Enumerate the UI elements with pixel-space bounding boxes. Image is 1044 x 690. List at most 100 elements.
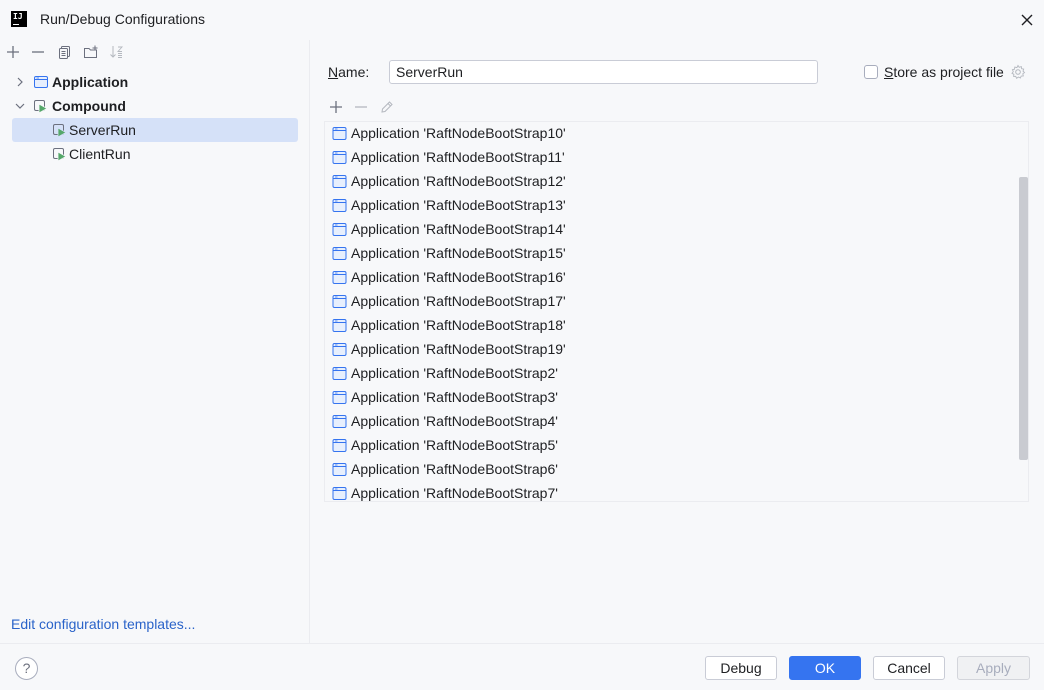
config-list-item[interactable]: Application 'RaftNodeBootStrap7'	[325, 482, 1015, 501]
edit-item-button[interactable]	[378, 98, 396, 116]
store-as-project-file-label[interactable]: Store as project file	[884, 64, 1004, 80]
minus-icon	[355, 106, 367, 108]
application-icon	[332, 295, 347, 308]
tree-label-clientrun: ClientRun	[69, 146, 131, 162]
application-icon	[332, 319, 347, 332]
add-item-button[interactable]	[327, 98, 345, 116]
tree-node-compound[interactable]: Compound	[0, 94, 310, 118]
config-item-label: Application 'RaftNodeBootStrap13'	[351, 197, 566, 213]
compound-run-icon	[53, 124, 67, 138]
intellij-logo-icon: IJ	[11, 11, 27, 27]
config-item-label: Application 'RaftNodeBootStrap7'	[351, 485, 558, 501]
config-item-label: Application 'RaftNodeBootStrap11'	[351, 149, 565, 165]
compound-configs-list[interactable]: Application 'RaftNodeBootStrap10' Applica…	[324, 121, 1029, 502]
config-list-item[interactable]: Application 'RaftNodeBootStrap18'	[325, 314, 1015, 338]
name-label: Name:	[328, 64, 369, 80]
config-item-label: Application 'RaftNodeBootStrap12'	[351, 173, 566, 189]
plus-icon	[7, 46, 19, 58]
config-item-label: Application 'RaftNodeBootStrap5'	[351, 437, 558, 453]
application-icon	[332, 223, 347, 236]
config-item-label: Application 'RaftNodeBootStrap15'	[351, 245, 566, 261]
compound-list-toolbar	[325, 98, 425, 118]
store-settings-button[interactable]	[1010, 64, 1026, 80]
cancel-button[interactable]: Cancel	[873, 656, 945, 680]
remove-item-button[interactable]	[352, 98, 370, 116]
application-icon	[332, 367, 347, 380]
config-item-label: Application 'RaftNodeBootStrap4'	[351, 413, 558, 429]
sort-alpha-icon	[110, 46, 124, 58]
add-config-button[interactable]	[4, 43, 22, 61]
chevron-right-icon[interactable]	[14, 76, 26, 88]
apply-button[interactable]: Apply	[957, 656, 1030, 680]
plus-icon	[330, 101, 342, 113]
config-item-label: Application 'RaftNodeBootStrap14'	[351, 221, 566, 237]
config-list-item[interactable]: Application 'RaftNodeBootStrap13'	[325, 194, 1015, 218]
application-icon	[332, 247, 347, 260]
compound-icon	[34, 100, 48, 114]
config-list-item[interactable]: Application 'RaftNodeBootStrap16'	[325, 266, 1015, 290]
application-icon	[332, 415, 347, 428]
application-icon	[332, 271, 347, 284]
config-details-pane: Name: Store as project file Application …	[311, 40, 1044, 643]
tree-node-serverrun[interactable]: ServerRun	[12, 118, 298, 142]
tree-node-clientrun[interactable]: ClientRun	[0, 142, 310, 166]
config-list-item[interactable]: Application 'RaftNodeBootStrap17'	[325, 290, 1015, 314]
store-as-project-file-checkbox[interactable]	[864, 65, 878, 79]
folder-add-icon	[84, 45, 98, 58]
config-item-label: Application 'RaftNodeBootStrap6'	[351, 461, 558, 477]
config-item-label: Application 'RaftNodeBootStrap18'	[351, 317, 566, 333]
config-item-label: Application 'RaftNodeBootStrap16'	[351, 269, 566, 285]
config-list-item[interactable]: Application 'RaftNodeBootStrap12'	[325, 170, 1015, 194]
compound-run-icon	[53, 148, 67, 162]
config-item-label: Application 'RaftNodeBootStrap19'	[351, 341, 566, 357]
application-icon	[332, 391, 347, 404]
config-list-item[interactable]: Application 'RaftNodeBootStrap11'	[325, 146, 1015, 170]
config-item-label: Application 'RaftNodeBootStrap2'	[351, 365, 558, 381]
sort-button[interactable]	[108, 43, 126, 61]
config-list-item[interactable]: Application 'RaftNodeBootStrap14'	[325, 218, 1015, 242]
config-list-item[interactable]: Application 'RaftNodeBootStrap3'	[325, 386, 1015, 410]
config-list-item[interactable]: Application 'RaftNodeBootStrap15'	[325, 242, 1015, 266]
close-button[interactable]	[1018, 11, 1036, 29]
remove-config-button[interactable]	[29, 43, 47, 61]
chevron-down-icon[interactable]	[14, 100, 26, 112]
config-list-item[interactable]: Application 'RaftNodeBootStrap5'	[325, 434, 1015, 458]
name-input[interactable]	[389, 60, 818, 84]
config-list-item[interactable]: Application 'RaftNodeBootStrap2'	[325, 362, 1015, 386]
config-list-item[interactable]: Application 'RaftNodeBootStrap6'	[325, 458, 1015, 482]
name-label-text: ame:	[338, 64, 370, 80]
application-icon	[332, 439, 347, 452]
application-icon	[34, 76, 48, 88]
help-button[interactable]: ?	[15, 657, 38, 680]
config-tree-pane: Application Compound ServerRun ClientRun…	[0, 40, 310, 643]
tree-label-compound: Compound	[52, 98, 126, 114]
application-icon	[332, 487, 347, 500]
application-icon	[332, 175, 347, 188]
store-label-mnemonic: S	[884, 64, 894, 80]
copy-icon	[59, 46, 70, 59]
tree-node-application[interactable]: Application	[0, 70, 310, 94]
application-icon	[332, 343, 347, 356]
edit-templates-link[interactable]: Edit configuration templates...	[11, 616, 195, 632]
application-icon	[332, 463, 347, 476]
debug-button[interactable]: Debug	[705, 656, 777, 680]
new-folder-button[interactable]	[82, 43, 100, 61]
minus-icon	[32, 51, 44, 53]
copy-config-button[interactable]	[56, 43, 74, 61]
ok-button[interactable]: OK	[789, 656, 861, 680]
config-list-item[interactable]: Application 'RaftNodeBootStrap10'	[325, 122, 1015, 146]
config-item-label: Application 'RaftNodeBootStrap3'	[351, 389, 558, 405]
scrollbar-thumb[interactable]	[1019, 177, 1028, 460]
gear-icon	[1011, 64, 1026, 79]
tree-label-application: Application	[52, 74, 129, 90]
config-list-item[interactable]: Application 'RaftNodeBootStrap4'	[325, 410, 1015, 434]
application-icon	[332, 127, 347, 140]
config-list-item[interactable]: Application 'RaftNodeBootStrap19'	[325, 338, 1015, 362]
window-title: Run/Debug Configurations	[40, 11, 205, 27]
name-label-mnemonic: N	[328, 64, 339, 80]
store-label-text: tore as project file	[893, 64, 1004, 80]
application-icon	[332, 151, 347, 164]
config-item-label: Application 'RaftNodeBootStrap17'	[351, 293, 566, 309]
application-icon	[332, 199, 347, 212]
config-item-label: Application 'RaftNodeBootStrap10'	[351, 125, 566, 141]
